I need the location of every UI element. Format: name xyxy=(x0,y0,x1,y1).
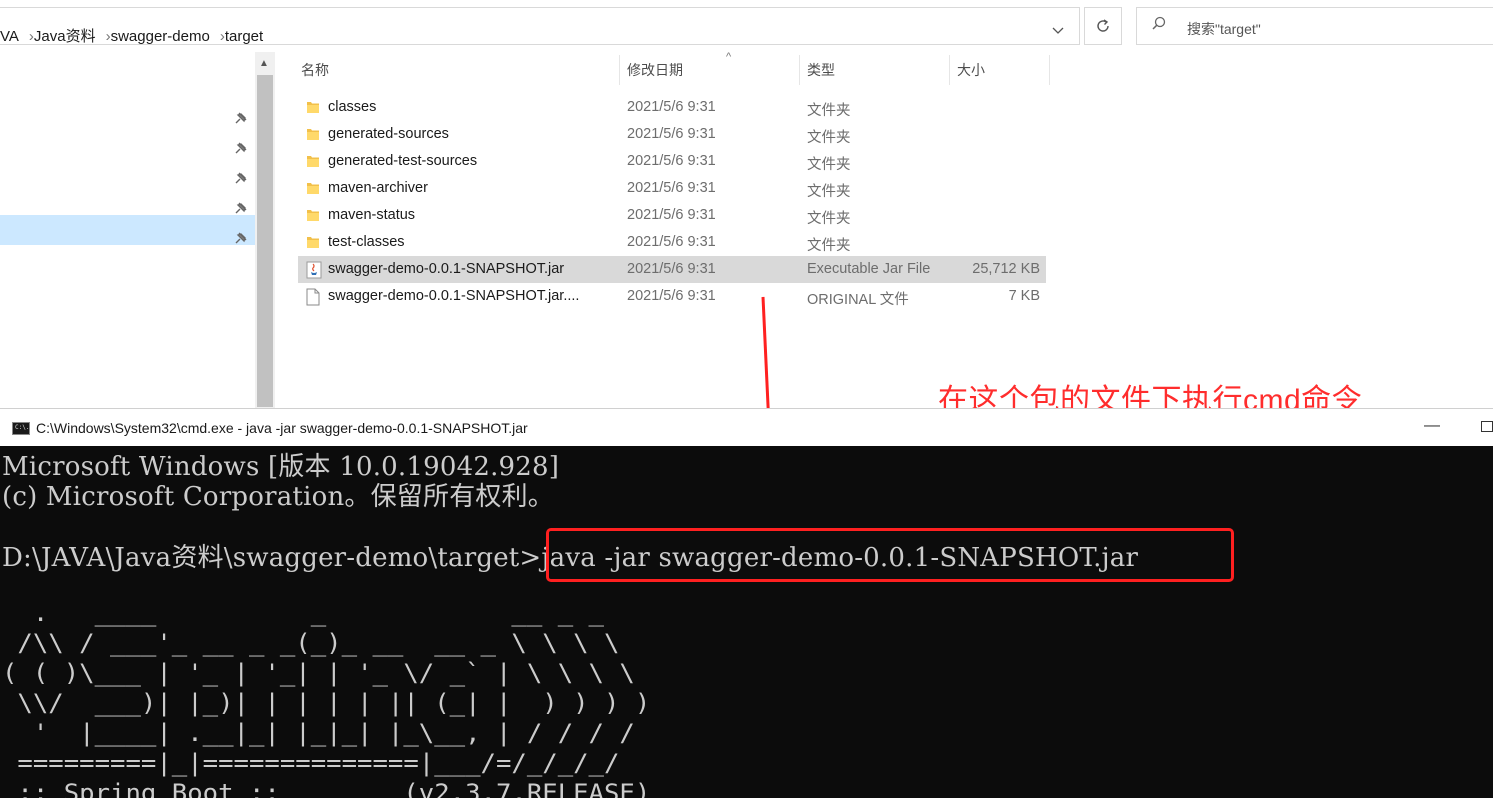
navigation-pane xyxy=(0,52,255,408)
folder-icon xyxy=(306,99,320,119)
file-name: swagger-demo-0.0.1-SNAPSHOT.jar.... xyxy=(328,288,580,304)
minimize-button[interactable]: — xyxy=(1424,417,1440,435)
refresh-icon xyxy=(1097,19,1109,32)
maximize-button[interactable] xyxy=(1481,421,1493,432)
folder-icon xyxy=(306,180,320,200)
column-divider[interactable] xyxy=(799,55,800,85)
file-row[interactable]: swagger-demo-0.0.1-SNAPSHOT.jar.... 2021/… xyxy=(298,283,1046,310)
folder-icon xyxy=(306,234,320,254)
scroll-up-icon[interactable]: ▲ xyxy=(259,58,269,69)
file-type: ORIGINAL 文件 xyxy=(807,292,909,308)
file-type: 文件夹 xyxy=(807,157,851,173)
column-divider[interactable] xyxy=(949,55,950,85)
pin-icon[interactable] xyxy=(234,111,248,125)
search-icon xyxy=(1152,16,1166,30)
pin-icon[interactable] xyxy=(234,231,248,245)
breadcrumb-item[interactable]: VA xyxy=(0,28,19,45)
file-row[interactable]: maven-archiver 2021/5/6 9:31 文件夹 xyxy=(298,175,1046,202)
folder-icon xyxy=(306,126,320,146)
breadcrumb-item[interactable]: target xyxy=(225,28,263,45)
file-type: Executable Jar File xyxy=(807,261,931,277)
file-list-header: ^ 名称 修改日期 类型 大小 xyxy=(275,51,1055,88)
file-modified: 2021/5/6 9:31 xyxy=(627,99,716,115)
breadcrumb-item[interactable]: swagger-demo xyxy=(111,28,210,45)
highlight-box xyxy=(546,528,1234,582)
folder-icon xyxy=(306,207,320,227)
file-icon xyxy=(306,288,320,310)
pin-icon[interactable] xyxy=(234,171,248,185)
file-row[interactable]: generated-test-sources 2021/5/6 9:31 文件夹 xyxy=(298,148,1046,175)
file-name: classes xyxy=(328,99,377,115)
address-bar[interactable]: VA ›Java资料 ›swagger-demo ›target xyxy=(0,7,1080,45)
refresh-button[interactable] xyxy=(1084,7,1122,45)
console-output[interactable]: Microsoft Windows [版本 10.0.19042.928] (c… xyxy=(0,446,1493,798)
spring-boot-banner: . ____ _ __ _ _ /\\ / ___'_ __ _ _(_)_ _… xyxy=(2,599,651,798)
cmd-icon: C:\. xyxy=(12,422,30,435)
search-input[interactable]: 搜索"target" xyxy=(1187,19,1261,39)
file-modified: 2021/5/6 9:31 xyxy=(627,180,716,196)
column-divider[interactable] xyxy=(1049,55,1050,85)
file-row[interactable]: generated-sources 2021/5/6 9:31 文件夹 xyxy=(298,121,1046,148)
address-bar-area: VA ›Java资料 ›swagger-demo ›target 搜索"target" xyxy=(0,0,1493,52)
file-name: maven-archiver xyxy=(328,180,428,196)
cmd-window-title: C:\Windows\System32\cmd.exe - java -jar … xyxy=(36,420,528,436)
file-modified: 2021/5/6 9:31 xyxy=(627,153,716,169)
file-size: 25,712 KB xyxy=(972,261,1040,277)
cmd-title-bar[interactable]: C:\. C:\Windows\System32\cmd.exe - java … xyxy=(0,408,1493,446)
file-name: generated-test-sources xyxy=(328,153,478,169)
file-row[interactable]: swagger-demo-0.0.1-SNAPSHOT.jar 2021/5/6 … xyxy=(298,256,1046,283)
chevron-down-icon[interactable] xyxy=(1052,23,1064,39)
file-modified: 2021/5/6 9:31 xyxy=(627,261,716,277)
vertical-scrollbar[interactable]: ▲ xyxy=(255,52,275,408)
pin-icon[interactable] xyxy=(234,201,248,215)
column-header-name[interactable]: 名称 xyxy=(301,60,329,82)
file-name: generated-sources xyxy=(328,126,449,142)
file-type: 文件夹 xyxy=(807,211,851,227)
file-type: 文件夹 xyxy=(807,238,851,254)
file-row[interactable]: test-classes 2021/5/6 9:31 文件夹 xyxy=(298,229,1046,256)
breadcrumb: VA ›Java资料 ›swagger-demo ›target xyxy=(0,25,263,46)
sort-ascending-icon: ^ xyxy=(726,51,732,63)
scrollbar-thumb[interactable] xyxy=(257,75,273,407)
file-type: 文件夹 xyxy=(807,103,851,119)
folder-icon xyxy=(306,153,320,173)
file-name: swagger-demo-0.0.1-SNAPSHOT.jar xyxy=(328,261,565,277)
file-type: 文件夹 xyxy=(807,184,851,200)
file-size: 7 KB xyxy=(1008,288,1040,304)
file-row[interactable]: classes 2021/5/6 9:31 文件夹 xyxy=(298,94,1046,121)
file-modified: 2021/5/6 9:31 xyxy=(627,207,716,223)
column-header-type[interactable]: 类型 xyxy=(807,60,835,82)
file-type: 文件夹 xyxy=(807,130,851,146)
java-jar-icon xyxy=(306,261,322,283)
file-modified: 2021/5/6 9:31 xyxy=(627,126,716,142)
nav-item-selected[interactable] xyxy=(0,215,255,245)
search-box[interactable]: 搜索"target" xyxy=(1136,7,1493,45)
file-modified: 2021/5/6 9:31 xyxy=(627,288,716,304)
file-modified: 2021/5/6 9:31 xyxy=(627,234,716,250)
column-header-modified[interactable]: 修改日期 xyxy=(627,60,683,82)
file-row[interactable]: maven-status 2021/5/6 9:31 文件夹 xyxy=(298,202,1046,229)
file-name: maven-status xyxy=(328,207,416,223)
column-divider[interactable] xyxy=(619,55,620,85)
breadcrumb-item[interactable]: Java资料 xyxy=(34,28,96,45)
console-line: (c) Microsoft Corporation。保留所有权利。 xyxy=(2,482,554,512)
pin-icon[interactable] xyxy=(234,141,248,155)
file-name: test-classes xyxy=(328,234,405,250)
column-header-size[interactable]: 大小 xyxy=(957,60,985,82)
